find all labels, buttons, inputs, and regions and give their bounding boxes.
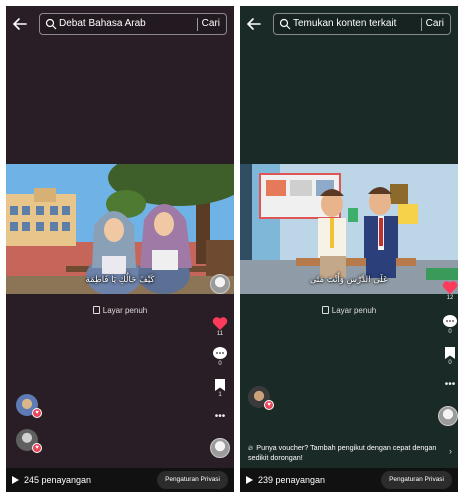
search-bar[interactable]: Debat Bahasa Arab Cari (39, 13, 227, 35)
sound-disc[interactable] (210, 438, 230, 458)
heart-badge-icon: ♥ (264, 400, 274, 410)
comment-action[interactable]: 0 (210, 346, 230, 367)
comment-count: 0 (448, 329, 452, 335)
search-divider (421, 18, 422, 31)
views-label: 245 penayangan (24, 475, 92, 485)
fullscreen-label: Layar penuh (102, 306, 148, 315)
bookmark-icon[interactable] (444, 346, 456, 360)
views-label: 239 penayangan (258, 475, 326, 485)
privacy-settings-button[interactable]: Pengaturan Privasi (157, 471, 228, 489)
fullscreen-icon (321, 306, 329, 314)
fullscreen-icon (92, 306, 100, 314)
like-action[interactable]: 11 (210, 316, 230, 337)
search-icon (279, 18, 291, 30)
search-bar[interactable]: Temukan konten terkait Cari (273, 13, 451, 35)
viewer-avatar-2[interactable]: ♥ (16, 429, 42, 453)
search-query: Debat Bahasa Arab (59, 18, 146, 29)
like-count: 11 (216, 331, 224, 337)
bottom-bar: 245 penayangan Pengaturan Privasi (6, 468, 234, 492)
back-arrow-icon[interactable] (246, 16, 262, 32)
video-panel-left: Debat Bahasa Arab Cari كَيْفَ حَالُكِ يَ… (6, 6, 234, 492)
video-subtitle: عَلَى الدَّرْسِ وَأَنْتَ مَتَى (309, 275, 389, 285)
comment-count: 0 (218, 361, 222, 367)
heart-icon[interactable] (442, 280, 458, 295)
video-frame[interactable]: عَلَى الدَّرْسِ وَأَنْتَ مَتَى (240, 164, 458, 294)
search-icon (45, 18, 57, 30)
top-bar: Temukan konten terkait Cari (240, 13, 458, 35)
promo-banner[interactable]: 🔥︎ Punya voucher? Tambah pengikut dengan … (248, 443, 452, 463)
creator-avatar[interactable]: ♥ (248, 386, 274, 410)
more-icon[interactable]: ••• (210, 412, 230, 422)
save-count: 1 (218, 392, 222, 398)
views-count: 239 penayangan (246, 475, 325, 485)
play-icon (246, 476, 253, 484)
heart-badge-icon: ♥ (32, 408, 42, 418)
video-subtitle: كَيْفَ حَالُكِ يَا فَاطِمَة (85, 275, 155, 285)
play-icon (12, 476, 19, 484)
comment-icon[interactable] (212, 346, 228, 361)
views-count: 245 penayangan (12, 475, 91, 485)
creator-avatar[interactable] (210, 274, 230, 294)
viewer-avatar-1[interactable]: ♥ (16, 394, 42, 418)
privacy-settings-button[interactable]: Pengaturan Privasi (381, 471, 452, 489)
save-action[interactable]: 0 (440, 346, 458, 366)
fullscreen-label: Layar penuh (331, 306, 377, 315)
top-bar: Debat Bahasa Arab Cari (6, 13, 234, 35)
bookmark-icon[interactable] (214, 378, 226, 392)
save-count: 0 (448, 360, 452, 366)
fullscreen-button[interactable]: Layar penuh (6, 306, 234, 315)
search-divider (197, 18, 198, 31)
search-button[interactable]: Cari (426, 18, 444, 29)
sound-disc[interactable] (438, 406, 458, 426)
like-action[interactable]: 12 (440, 280, 458, 301)
back-arrow-icon[interactable] (12, 16, 28, 32)
comment-icon[interactable] (442, 314, 458, 329)
heart-badge-icon: ♥ (32, 443, 42, 453)
fire-icon: 🔥︎ (248, 443, 254, 452)
video-panel-right: Temukan konten terkait Cari عَلَى الدَّر… (240, 6, 458, 492)
promo-text: Punya voucher? Tambah pengikut dengan ce… (248, 443, 437, 462)
more-icon[interactable]: ••• (440, 380, 458, 390)
search-button[interactable]: Cari (202, 18, 220, 29)
like-count: 12 (446, 295, 454, 301)
video-frame[interactable]: كَيْفَ حَالُكِ يَا فَاطِمَة (6, 164, 234, 294)
chevron-right-icon[interactable]: › (449, 446, 452, 456)
comment-action[interactable]: 0 (440, 314, 458, 335)
search-placeholder: Temukan konten terkait (293, 18, 397, 29)
bottom-bar: 239 penayangan Pengaturan Privasi (240, 468, 458, 492)
fullscreen-button[interactable]: Layar penuh (240, 306, 458, 315)
save-action[interactable]: 1 (210, 378, 230, 398)
heart-icon[interactable] (212, 316, 228, 331)
